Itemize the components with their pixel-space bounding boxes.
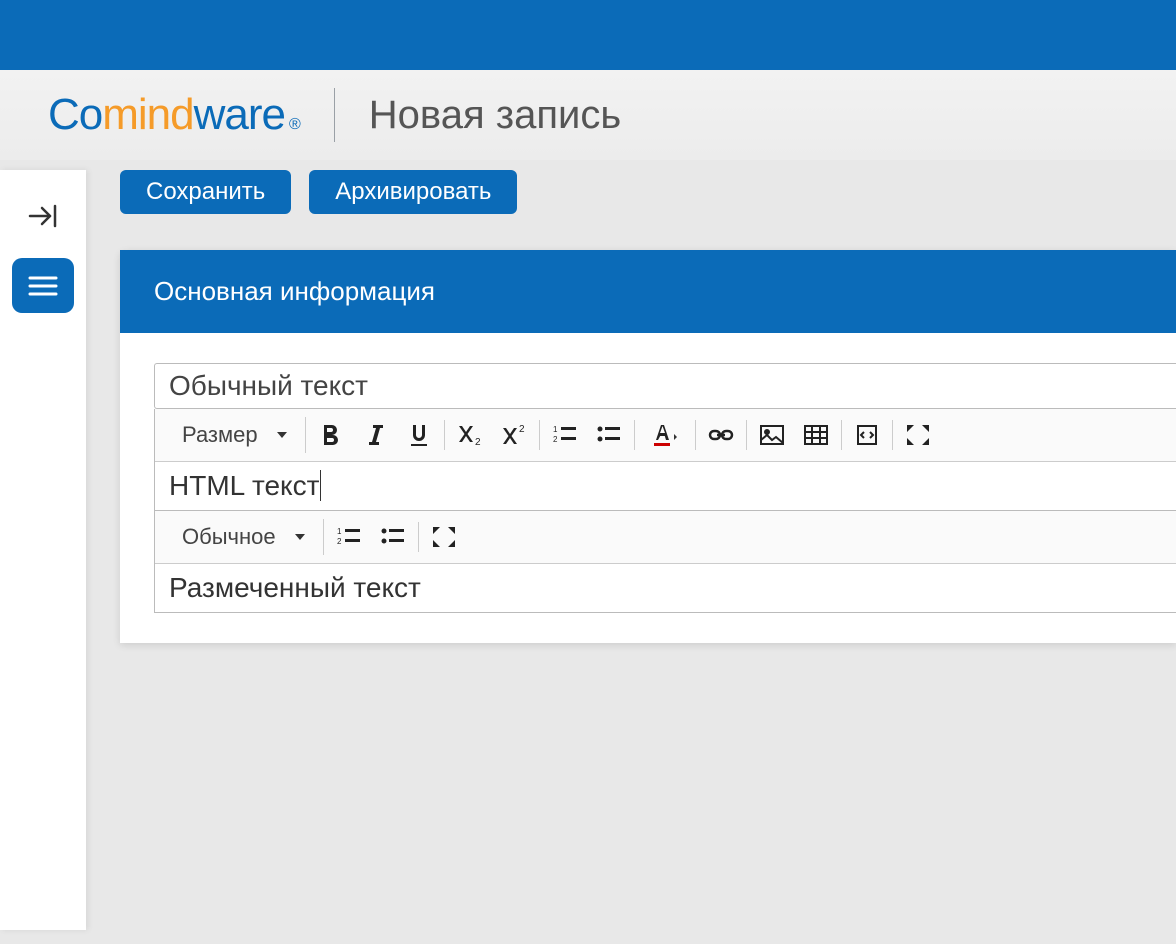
code-button[interactable] [852,420,882,450]
marked-text-value: Размеченный текст [169,572,421,603]
ordered-list-button-2[interactable]: 12 [334,522,364,552]
logo-part-ware: ware [194,90,285,140]
ordered-list-icon: 12 [337,526,361,548]
caret-down-icon [276,429,288,441]
font-size-dropdown[interactable]: Размер [175,417,295,453]
page-title: Новая запись [369,93,621,138]
logo: Comindware® [48,90,300,140]
svg-text:2: 2 [337,537,342,546]
unordered-list-button[interactable] [594,420,624,450]
panel: Основная информация Обычный текст Размер [120,250,1176,643]
text-color-icon [650,423,680,447]
main-content: Сохранить Архивировать Основная информац… [86,160,1176,930]
paragraph-style-dropdown[interactable]: Обычное [175,519,313,555]
ordered-list-button[interactable]: 12 [550,420,580,450]
link-button[interactable] [706,420,736,450]
superscript-icon: 2 [501,424,527,446]
plain-text-field[interactable]: Обычный текст [154,363,1176,409]
action-buttons: Сохранить Архивировать [120,170,1176,214]
logo-reg: ® [289,116,300,134]
svg-text:2: 2 [553,435,558,444]
svg-text:2: 2 [475,437,481,446]
table-icon [804,425,828,445]
html-editor-toolbar: Размер [155,409,1176,462]
font-size-label: Размер [182,422,258,448]
subscript-button[interactable]: 2 [455,420,485,450]
fullscreen-icon [432,526,456,548]
text-color-button[interactable] [645,420,685,450]
image-button[interactable] [757,420,787,450]
ordered-list-icon: 12 [553,424,577,446]
top-bar [0,0,1176,70]
image-icon [760,425,784,445]
panel-body: Обычный текст Размер [120,333,1176,643]
panel-title: Основная информация [120,250,1176,333]
bold-button[interactable] [316,420,346,450]
save-button[interactable]: Сохранить [120,170,291,214]
marked-editor-toolbar: Обычное 12 [155,511,1176,564]
underline-button[interactable] [404,420,434,450]
sidebar [0,170,86,930]
html-text-value: HTML текст [169,470,321,501]
italic-button[interactable] [360,420,390,450]
italic-icon [366,423,384,447]
archive-button[interactable]: Архивировать [309,170,517,214]
marked-editor: Обычное 12 [154,511,1176,613]
hamburger-icon [27,274,59,298]
header-divider [334,88,335,142]
unordered-list-icon [381,526,405,548]
logo-part-co: Co [48,90,102,140]
superscript-button[interactable]: 2 [499,420,529,450]
subscript-icon: 2 [457,424,483,446]
svg-text:1: 1 [553,425,558,434]
plain-text-value: Обычный текст [169,370,368,401]
link-icon [708,426,734,444]
fullscreen-button-2[interactable] [429,522,459,552]
html-editor: Размер [154,409,1176,511]
marked-editor-content[interactable]: Размеченный текст [155,564,1176,612]
code-icon [856,424,878,446]
table-button[interactable] [801,420,831,450]
collapse-sidebar-button[interactable] [15,192,71,240]
unordered-list-icon [597,424,621,446]
bold-icon [320,423,342,447]
header: Comindware® Новая запись [0,70,1176,160]
caret-down-icon [294,531,306,543]
svg-text:2: 2 [519,424,525,435]
menu-button[interactable] [12,258,74,313]
fullscreen-icon [906,424,930,446]
arrow-to-right-icon [26,202,60,230]
underline-icon [408,423,430,447]
svg-text:1: 1 [337,527,342,536]
unordered-list-button-2[interactable] [378,522,408,552]
html-editor-content[interactable]: HTML текст [155,462,1176,510]
paragraph-style-label: Обычное [182,524,276,550]
fullscreen-button[interactable] [903,420,933,450]
logo-part-mind: mind [102,90,193,140]
